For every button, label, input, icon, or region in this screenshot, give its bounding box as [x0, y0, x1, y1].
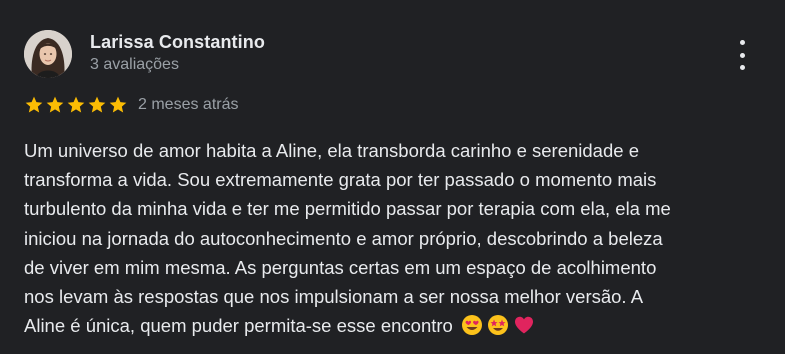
red-heart-icon — [514, 317, 533, 334]
review-emojis — [461, 314, 535, 336]
author-review-count: 3 avaliações — [90, 56, 179, 73]
more-vert-icon[interactable] — [730, 38, 754, 72]
menu-dot — [739, 65, 745, 70]
menu-dot — [739, 40, 745, 45]
smiling-face-with-heart-eyes-icon — [461, 315, 482, 336]
menu-dot — [739, 52, 745, 58]
review-date: 2 meses atrás — [138, 96, 239, 113]
star-icon — [88, 96, 106, 113]
star-struck-icon — [487, 315, 508, 336]
star-icon — [67, 96, 85, 113]
star-icon — [109, 96, 127, 113]
review-text-content: Um universo de amor habita a Aline, ela … — [24, 140, 671, 337]
author-name[interactable]: Larissa Constantino — [90, 32, 265, 53]
avatar[interactable] — [24, 30, 72, 78]
review-text: Um universo de amor habita a Aline, ela … — [24, 136, 769, 340]
star-icon — [46, 96, 64, 113]
star-rating — [24, 95, 128, 115]
star-icon — [25, 96, 43, 113]
